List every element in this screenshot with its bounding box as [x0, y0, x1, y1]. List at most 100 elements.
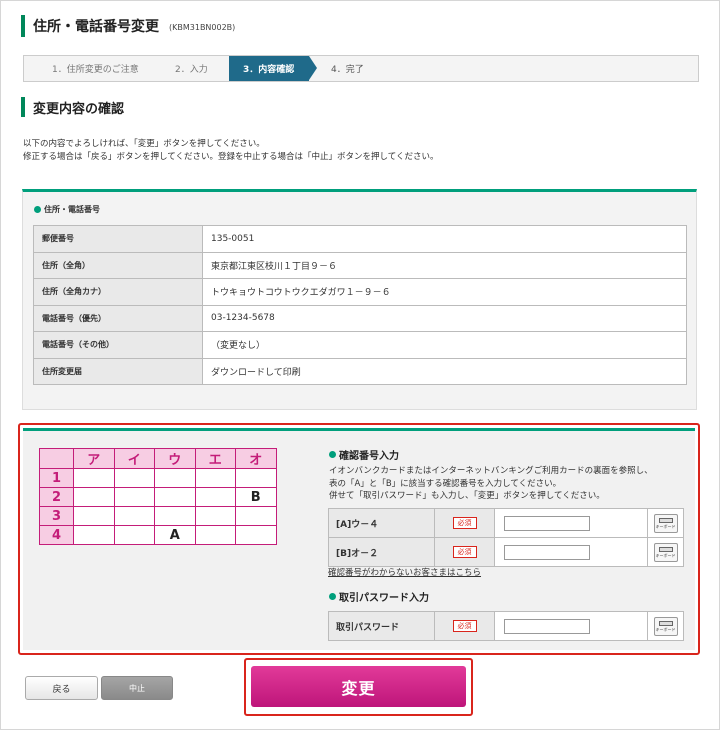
- card-cell: [154, 468, 196, 488]
- card-cell: [113, 506, 155, 526]
- info-heading-text: 住所・電話番号: [44, 205, 100, 214]
- card-cell: [154, 487, 196, 507]
- card-cell: [113, 487, 155, 507]
- confirmation-panel: ア イ ウ エ オ 1 2 B 3 4 A 確認番号入力 イオンバンクカードまた…: [23, 428, 695, 650]
- field-a-cell: [495, 509, 648, 537]
- software-keyboard-button[interactable]: キーボード: [653, 616, 678, 636]
- card-cell: [113, 468, 155, 488]
- confirm-desc-line-2: 表の「A」と「B」に該当する確認番号を入力してください。: [329, 478, 562, 489]
- keyboard-button-label: キーボード: [655, 523, 676, 529]
- table-row: 電話番号（その他） （変更なし）: [33, 331, 687, 359]
- field-a-label: [A]ウ－４: [329, 509, 435, 537]
- info-heading: 住所・電話番号: [34, 204, 100, 215]
- confirm-description: イオンバンクカードまたはインターネットバンキングご利用カードの裏面を参照し、 表…: [329, 465, 691, 503]
- card-col-header: ア: [73, 448, 115, 469]
- card-cell: B: [235, 487, 277, 507]
- info-table: 郵便番号 135-0051 住所（全角） 東京都江東区枝川１丁目９－６ 住所（全角カ…: [33, 225, 687, 385]
- table-row: 住所（全角カナ） トウキョウトコウトウクエダガワ１－９－６: [33, 278, 687, 306]
- back-button[interactable]: 戻る: [25, 676, 98, 700]
- step-2: 2．入力: [175, 65, 208, 75]
- row-key: 電話番号（その他）: [33, 331, 203, 359]
- title-accent-bar: [21, 15, 25, 37]
- row-key: 住所（全角）: [33, 251, 203, 279]
- bullet-dot-icon: [329, 451, 336, 458]
- row-value: トウキョウトコウトウクエダガワ１－９－６: [202, 278, 687, 306]
- card-row: 4 A: [39, 525, 277, 545]
- step-4: 4．完了: [331, 65, 364, 75]
- software-keyboard-button[interactable]: キーボード: [653, 542, 678, 562]
- keyboard-button-label: キーボード: [655, 552, 676, 558]
- required-badge: 必須: [435, 538, 495, 566]
- table-row: 郵便番号 135-0051: [33, 225, 687, 253]
- card-row-header: 4: [39, 525, 74, 545]
- card-cell: A: [154, 525, 196, 545]
- card-cell: [154, 506, 196, 526]
- password-cell: [495, 612, 648, 640]
- password-heading-text: 取引パスワード入力: [339, 593, 429, 604]
- page-frame: 住所・電話番号変更 (KBM31BN002B) 1．住所変更のご注意 2．入力 …: [0, 0, 720, 730]
- required-badge: 必須: [435, 509, 495, 537]
- row-value: 東京都江東区枝川１丁目９－６: [202, 251, 687, 279]
- field-b-label: [B]オ－２: [329, 538, 435, 566]
- keyboard-cell: キーボード: [648, 612, 683, 640]
- card-cell: [73, 506, 115, 526]
- field-b-cell: [495, 538, 648, 566]
- keyboard-icon: [658, 517, 673, 523]
- card-col-header: エ: [194, 448, 236, 469]
- table-row: 電話番号（優先） 03-1234-5678: [33, 304, 687, 332]
- cancel-button[interactable]: 中止: [101, 676, 173, 700]
- step-1: 1．住所変更のご注意: [52, 65, 139, 75]
- software-keyboard-button[interactable]: キーボード: [653, 513, 678, 533]
- field-row-password: 取引パスワード 必須 キーボード: [328, 611, 684, 641]
- card-col-header: ウ: [154, 448, 196, 469]
- bullet-dot-icon: [34, 206, 41, 213]
- card-cell: [73, 525, 115, 545]
- table-row: 住所変更届 ダウンロードして印刷: [33, 357, 687, 385]
- confirmation-highlight: ア イ ウ エ オ 1 2 B 3 4 A 確認番号入力 イオンバンクカードまた…: [18, 423, 700, 655]
- card-cell: [194, 487, 236, 507]
- intro-text: 以下の内容でよろしければ、「変更」ボタンを押してください。 修正する場合は「戻る…: [23, 138, 439, 164]
- card-header-row: ア イ ウ エ オ: [39, 448, 277, 469]
- row-value: 03-1234-5678: [202, 304, 687, 332]
- card-row: 3: [39, 506, 277, 526]
- confirm-heading-text: 確認番号入力: [339, 451, 399, 462]
- card-row: 1: [39, 468, 277, 488]
- required-badge: 必須: [435, 612, 495, 640]
- page-title-text: 住所・電話番号変更: [33, 19, 159, 35]
- card-row: 2 B: [39, 487, 277, 507]
- change-button[interactable]: 変更: [251, 666, 466, 707]
- confirm-b-input[interactable]: [504, 544, 590, 560]
- card-cell: [235, 525, 277, 545]
- info-box: 住所・電話番号 郵便番号 135-0051 住所（全角） 東京都江東区枝川１丁目９－…: [22, 189, 697, 410]
- step-3-active: 3．内容確認: [229, 56, 317, 81]
- help-link[interactable]: 確認番号がわからないお客さまはこちら: [328, 566, 481, 578]
- card-col-header: オ: [235, 448, 277, 469]
- required-badge-text: 必須: [452, 546, 477, 558]
- card-row-header: 1: [39, 468, 74, 488]
- confirm-desc-line-1: イオンバンクカードまたはインターネットバンキングご利用カードの裏面を参照し、: [329, 466, 653, 476]
- required-badge-text: 必須: [452, 517, 477, 529]
- field-row-a: [A]ウ－４ 必須 キーボード: [328, 508, 684, 538]
- row-value: ダウンロードして印刷: [202, 357, 687, 385]
- security-card-grid: ア イ ウ エ オ 1 2 B 3 4 A: [39, 448, 277, 545]
- password-label: 取引パスワード: [329, 612, 435, 640]
- table-row: 住所（全角） 東京都江東区枝川１丁目９－６: [33, 251, 687, 279]
- card-corner: [39, 448, 74, 469]
- progress-steps: 1．住所変更のご注意 2．入力 3．内容確認 4．完了: [23, 55, 699, 82]
- confirm-a-input[interactable]: [504, 515, 590, 531]
- card-row-header: 2: [39, 487, 74, 507]
- row-key: 電話番号（優先）: [33, 304, 203, 332]
- card-cell: [73, 487, 115, 507]
- card-cell: [113, 525, 155, 545]
- section-title: 変更内容の確認: [21, 97, 124, 117]
- row-key: 住所変更届: [33, 357, 203, 385]
- confirm-desc-line-3: 併せて「取引パスワード」も入力し、「変更」ボタンを押してください。: [329, 491, 605, 501]
- confirm-heading: 確認番号入力: [329, 447, 399, 462]
- keyboard-icon: [658, 546, 673, 552]
- card-cell: [194, 525, 236, 545]
- keyboard-button-label: キーボード: [655, 626, 676, 632]
- card-cell: [194, 468, 236, 488]
- password-input[interactable]: [504, 618, 590, 634]
- field-row-b: [B]オ－２ 必須 キーボード: [328, 537, 684, 567]
- keyboard-cell: キーボード: [648, 509, 683, 537]
